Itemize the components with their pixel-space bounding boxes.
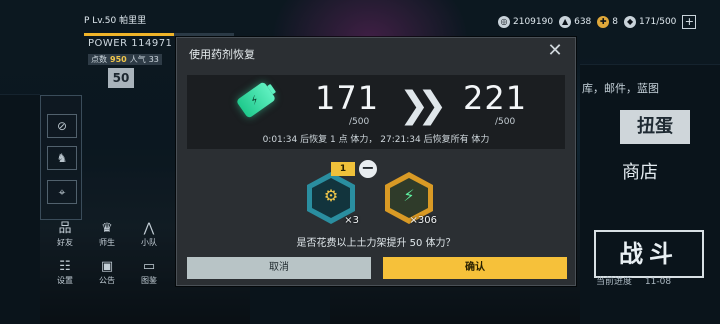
- level-badge: 50: [108, 68, 134, 88]
- power-value: 114971: [131, 38, 173, 49]
- stamina-currency: ◆ 171/500: [624, 16, 676, 28]
- new-max: /500: [495, 117, 516, 127]
- add-stamina-button[interactable]: +: [682, 15, 697, 29]
- stamina-icon: ◆: [624, 16, 637, 28]
- potion-small-icon: ⚙: [323, 186, 339, 205]
- tickets-currency: ✚ 8: [597, 16, 618, 28]
- gallery-label: 图鉴: [141, 276, 157, 285]
- menu-links[interactable]: 库，邮件，蓝图: [582, 80, 659, 96]
- shop-button[interactable]: 商店: [622, 158, 658, 184]
- stamina-stat-box: ⚡ 171 /500 ❯❯ 221 /500 0:01:34 后恢复 1 点 体…: [187, 75, 565, 149]
- dialog-title: 使用药剂恢复: [189, 48, 255, 61]
- academy-icon: ♛: [101, 221, 113, 236]
- notice-label: 公告: [99, 276, 115, 285]
- tickets-value: 8: [612, 17, 619, 27]
- gems-currency: ▲ 638: [559, 16, 591, 28]
- lightning-icon: ⚡: [247, 92, 262, 108]
- scan-icon[interactable]: ⌖: [47, 180, 77, 204]
- ticket-icon: ✚: [597, 16, 610, 28]
- potion-small-count: ×3: [344, 215, 359, 226]
- gem-icon: ▲: [559, 16, 572, 28]
- progress-value: 11-08: [644, 277, 672, 287]
- power-readout: POWER 114971: [88, 38, 172, 49]
- gallery-icon: ▭: [142, 259, 156, 274]
- double-chevron-icon: ❯❯: [399, 85, 447, 126]
- team-label: 小队: [141, 238, 157, 247]
- gacha-button[interactable]: 扭蛋: [620, 110, 690, 144]
- current-stamina: 171: [315, 79, 380, 117]
- coin-icon: ◎: [498, 16, 510, 28]
- academy-label: 师生: [99, 238, 115, 247]
- mount-icon[interactable]: ♞: [47, 146, 77, 170]
- power-label: POWER: [88, 38, 128, 49]
- side-shortcut-column: ⊘ ♞ ⌖: [40, 95, 82, 220]
- progress-label: 当前进度: [596, 277, 633, 287]
- cancel-button[interactable]: 取消: [187, 257, 371, 279]
- potion-large-icon: ⚡: [403, 186, 415, 205]
- notice-button[interactable]: ▣ 公告: [86, 258, 128, 294]
- settings-label: 设置: [57, 276, 73, 285]
- block-icon[interactable]: ⊘: [47, 114, 77, 138]
- stamina-potion-dialog: 使用药剂恢复 ✕ ⚡ 171 /500 ❯❯ 221 /500 0:01:34 …: [176, 37, 576, 286]
- settings-button[interactable]: ☷ 设置: [44, 258, 86, 294]
- popularity-value: 33: [148, 55, 159, 64]
- close-icon[interactable]: ✕: [545, 41, 565, 61]
- battery-icon: ⚡: [235, 81, 277, 119]
- score-chip: 点数 950 人气 33: [88, 54, 162, 65]
- academy-button[interactable]: ♛ 师生: [86, 220, 128, 256]
- recover-timer-text: 0:01:34 后恢复 1 点 体力， 27:21:34 后恢复所有 体力: [262, 135, 490, 145]
- selected-quantity-badge: 1: [331, 162, 355, 176]
- potion-large-slot[interactable]: ⚡ ×306: [383, 170, 437, 226]
- bottom-shortcut-grid: 品 好友 ♛ 师生 ⋀ 小队 ☷ 设置 ▣ 公告 ▭ 图鉴: [44, 220, 172, 294]
- gems-value: 638: [574, 17, 592, 27]
- potion-large-count: ×306: [409, 215, 437, 226]
- coins-value: 2109190: [513, 17, 554, 27]
- player-name: P Lv.50 帕里里: [84, 16, 147, 26]
- friends-label: 好友: [57, 238, 73, 247]
- battle-button[interactable]: 战斗: [594, 230, 704, 278]
- confirm-button[interactable]: 确认: [383, 257, 567, 279]
- friends-icon: 品: [58, 221, 72, 236]
- level-progress-fill: [84, 33, 174, 36]
- right-menu: 库，邮件，蓝图 扭蛋 商店 战斗 当前进度 11-08: [580, 64, 720, 324]
- stage-progress: 当前进度 11-08: [596, 274, 671, 287]
- level-progress-bar: [84, 33, 234, 36]
- coins-currency: ◎ 2109190: [498, 16, 553, 28]
- popularity-label: 人气: [129, 55, 146, 64]
- new-stamina: 221: [463, 79, 528, 117]
- currency-bar: ◎ 2109190 ▲ 638 ✚ 8 ◆ 171/500 +: [498, 12, 697, 32]
- stamina-value: 171/500: [639, 17, 677, 27]
- friends-button[interactable]: 品 好友: [44, 220, 86, 256]
- score-value: 950: [110, 55, 127, 64]
- notice-icon: ▣: [100, 259, 114, 274]
- team-icon: ⋀: [143, 221, 155, 236]
- score-label: 点数: [91, 55, 107, 64]
- current-max: /500: [349, 117, 370, 127]
- settings-icon: ☷: [59, 259, 71, 274]
- team-button[interactable]: ⋀ 小队: [128, 220, 170, 256]
- potion-small-slot[interactable]: ⚙ ×3: [305, 170, 359, 226]
- minus-button[interactable]: −: [357, 158, 379, 180]
- confirm-question: 是否花费以上土力架提升 50 体力？: [296, 238, 456, 249]
- gallery-button[interactable]: ▭ 图鉴: [128, 258, 170, 294]
